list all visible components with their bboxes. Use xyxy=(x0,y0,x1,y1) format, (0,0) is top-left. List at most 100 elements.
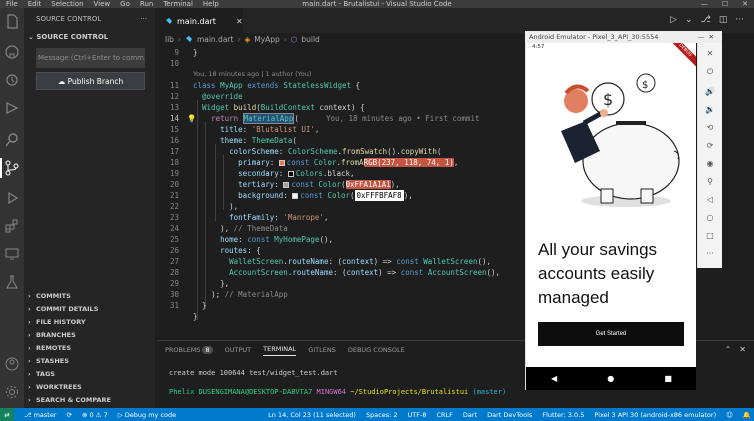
volume-down-icon[interactable]: 🔉 xyxy=(705,105,715,115)
section-stashes[interactable]: › STASHES xyxy=(24,355,156,368)
code-token: ThemeData xyxy=(251,136,293,145)
timeline-icon[interactable] xyxy=(4,72,20,88)
section-commit-details[interactable]: › COMMIT DETAILS xyxy=(24,303,156,316)
color-swatch[interactable] xyxy=(287,171,294,177)
line-ending[interactable]: CRLF xyxy=(437,411,453,419)
sync-icon[interactable]: ⟳ xyxy=(66,411,71,419)
section-commits[interactable]: › COMMITS xyxy=(24,290,156,303)
color-swatch[interactable] xyxy=(292,193,299,199)
cursor-position[interactable]: Ln 14, Col 23 (11 selected) xyxy=(268,411,356,419)
volume-up-icon[interactable]: 🔊 xyxy=(705,87,715,97)
menu-help[interactable]: Help xyxy=(203,0,219,8)
close-tab-icon[interactable]: ✕ xyxy=(236,17,243,26)
indentation[interactable]: Spaces: 2 xyxy=(366,411,398,419)
remote-indicator-icon[interactable]: ⇄ xyxy=(0,408,14,421)
device-selector[interactable]: Pixel 3 API 30 (android-x86 emulator) xyxy=(594,411,716,419)
breadcrumb-file[interactable]: main.dart xyxy=(197,35,234,44)
gitlens-icon[interactable] xyxy=(4,100,20,116)
menu-view[interactable]: View xyxy=(94,0,111,8)
menu-go[interactable]: Go xyxy=(120,0,130,8)
split-editor-icon[interactable]: ◫ xyxy=(719,15,728,25)
tab-problems[interactable]: PROBLEMS 8 xyxy=(165,346,213,354)
source-control-diff-icon[interactable]: ⎇ xyxy=(701,15,711,25)
encoding[interactable]: UTF-8 xyxy=(408,411,427,419)
back-icon[interactable]: ◁ xyxy=(705,195,715,205)
breadcrumb-class[interactable]: MyApp xyxy=(254,35,280,44)
tab-debug-console[interactable]: DEBUG CONSOLE xyxy=(348,346,405,354)
explorer-icon[interactable] xyxy=(4,14,20,30)
menu-selection[interactable]: Selection xyxy=(51,0,83,8)
overview-icon[interactable]: □ xyxy=(705,231,715,241)
debug-indicator[interactable]: ▷ Debug my code xyxy=(118,411,176,419)
minimize-button[interactable]: — xyxy=(701,0,708,8)
codelens-blame[interactable]: You, 18 minutes ago | 1 author (You) xyxy=(193,70,311,78)
remote-explorer-icon[interactable] xyxy=(4,246,20,262)
color-swatch[interactable] xyxy=(283,182,290,188)
rotate-right-icon[interactable]: ⟳ xyxy=(705,141,715,151)
section-search-compare[interactable]: › SEARCH & COMPARE xyxy=(24,394,156,407)
section-tags[interactable]: › TAGS xyxy=(24,368,156,381)
color-swatch[interactable] xyxy=(278,160,285,166)
dart-devtools[interactable]: Dart DevTools xyxy=(487,411,532,419)
commit-message-input[interactable]: Message (Ctrl+Enter to comm... xyxy=(36,48,145,68)
notifications-icon[interactable]: 🔔 xyxy=(743,411,751,419)
back-icon[interactable]: ◀ xyxy=(551,374,557,383)
more-actions-icon[interactable]: ··· xyxy=(140,8,147,30)
home-icon[interactable]: ○ xyxy=(705,213,715,223)
breadcrumb-method[interactable]: build xyxy=(301,35,319,44)
get-started-button[interactable]: Get Started xyxy=(538,322,684,346)
chevron-right-icon: › xyxy=(28,357,31,365)
close-panel-icon[interactable]: ✕ xyxy=(739,345,746,354)
section-remotes[interactable]: › REMOTES xyxy=(24,342,156,355)
more-actions-icon[interactable]: ··· xyxy=(735,15,744,25)
run-icon[interactable]: ▷ xyxy=(670,15,677,25)
flutter-version[interactable]: Flutter: 3.0.5 xyxy=(542,411,584,419)
branch-indicator[interactable]: ⎇ master xyxy=(24,411,56,419)
extensions-icon[interactable] xyxy=(4,218,20,234)
section-branches[interactable]: › BRANCHES xyxy=(24,329,156,342)
lightbulb-icon[interactable]: 💡 xyxy=(187,113,196,124)
breadcrumb: lib › main.dart › ◈ MyApp › ⬡ build xyxy=(157,33,320,45)
source-control-icon[interactable] xyxy=(0,158,20,178)
language-mode[interactable]: Dart xyxy=(463,411,477,419)
maximize-button[interactable]: ☐ xyxy=(722,0,728,8)
source-control-section-title[interactable]: ⌄ SOURCE CONTROL xyxy=(24,30,155,44)
more-actions-icon[interactable]: ··· xyxy=(705,249,715,259)
search-icon[interactable] xyxy=(4,132,20,148)
problems-indicator[interactable]: ⊗ 0 ⚠ 7 xyxy=(82,411,108,419)
feedback-icon[interactable]: ☺ xyxy=(726,411,733,419)
camera-icon[interactable]: ◉ xyxy=(705,159,715,169)
code-token: : xyxy=(274,213,284,222)
power-icon[interactable]: ⏻ xyxy=(705,67,715,77)
home-icon[interactable]: ● xyxy=(607,374,614,383)
recents-icon[interactable]: ■ xyxy=(664,374,672,383)
close-window-button[interactable]: ✕ xyxy=(742,0,748,8)
menu-terminal[interactable]: Terminal xyxy=(163,0,193,8)
tab-output[interactable]: OUTPUT xyxy=(225,346,252,354)
run-debug-icon[interactable] xyxy=(4,190,20,206)
close-icon[interactable]: ✕ xyxy=(705,49,715,59)
account-icon[interactable] xyxy=(4,356,20,372)
code-token: : xyxy=(242,125,252,134)
breadcrumb-folder[interactable]: lib xyxy=(165,35,174,44)
code-token: copyWith xyxy=(400,147,437,156)
testing-icon[interactable] xyxy=(4,274,20,290)
tab-main-dart[interactable]: main.dart ✕ xyxy=(157,8,243,33)
section-worktrees[interactable]: › WORKTREES xyxy=(24,381,156,394)
publish-branch-button[interactable]: ☁ Publish Branch xyxy=(36,72,145,90)
menu-run[interactable]: Run xyxy=(140,0,153,8)
emulator-window-controls[interactable]: —✕ xyxy=(698,31,718,43)
zoom-icon[interactable]: ⚲ xyxy=(705,177,715,187)
tab-terminal[interactable]: TERMINAL xyxy=(263,345,297,356)
line-number: 30 xyxy=(169,290,179,299)
menu-file[interactable]: File xyxy=(6,0,18,8)
chevron-up-icon[interactable]: ⌃ xyxy=(725,345,732,354)
rotate-left-icon[interactable]: ⟲ xyxy=(705,123,715,133)
github-icon[interactable] xyxy=(4,44,20,60)
gear-icon[interactable] xyxy=(4,384,20,400)
section-file-history[interactable]: › FILE HISTORY xyxy=(24,316,156,329)
tab-gitlens[interactable]: GITLENS xyxy=(308,346,336,354)
menu-edit[interactable]: Edit xyxy=(28,0,42,8)
chevron-down-icon[interactable]: ⌄ xyxy=(685,15,693,25)
code-line: 26 routes: { xyxy=(157,245,261,256)
